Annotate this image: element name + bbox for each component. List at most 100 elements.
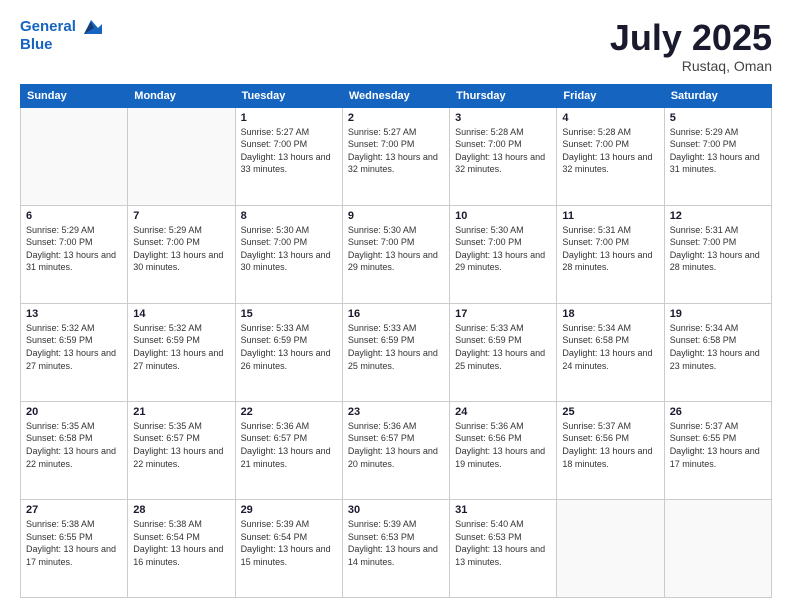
table-row: 13 Sunrise: 5:32 AM Sunset: 6:59 PM Dayli… [21,303,128,401]
col-tuesday: Tuesday [235,84,342,107]
table-row: 27 Sunrise: 5:38 AM Sunset: 6:55 PM Dayli… [21,499,128,597]
day-number: 14 [133,308,229,320]
table-row: 18 Sunrise: 5:34 AM Sunset: 6:58 PM Dayli… [557,303,664,401]
day-number: 24 [455,406,551,418]
calendar-week-row: 6 Sunrise: 5:29 AM Sunset: 7:00 PM Daylig… [21,205,772,303]
day-info: Sunrise: 5:35 AM Sunset: 6:58 PM Dayligh… [26,420,122,470]
day-info: Sunrise: 5:36 AM Sunset: 6:57 PM Dayligh… [348,420,444,470]
day-info: Sunrise: 5:33 AM Sunset: 6:59 PM Dayligh… [455,322,551,372]
day-number: 3 [455,112,551,124]
col-thursday: Thursday [450,84,557,107]
table-row: 5Sunrise: 5:29 AM Sunset: 7:00 PM Daylig… [664,107,771,205]
day-info: Sunrise: 5:36 AM Sunset: 6:56 PM Dayligh… [455,420,551,470]
table-row: 12 Sunrise: 5:31 AM Sunset: 7:00 PM Dayli… [664,205,771,303]
page: General Blue July 2025 Rustaq, Oman Sund… [0,0,792,612]
day-info: Sunrise: 5:28 AM Sunset: 7:00 PM Dayligh… [455,126,551,176]
day-number: 11 [562,210,658,222]
month-year: July 2025 [610,18,772,58]
day-number: 30 [348,504,444,516]
day-info: Sunrise: 5:40 AM Sunset: 6:53 PM Dayligh… [455,518,551,568]
day-info: Sunrise: 5:29 AM Sunset: 7:00 PM Dayligh… [133,224,229,274]
day-info: Sunrise: 5:36 AM Sunset: 6:57 PM Dayligh… [241,420,337,470]
location: Rustaq, Oman [610,58,772,74]
day-info: Sunrise: 5:34 AM Sunset: 6:58 PM Dayligh… [670,322,766,372]
day-number: 26 [670,406,766,418]
calendar-week-row: 20 Sunrise: 5:35 AM Sunset: 6:58 PM Dayli… [21,401,772,499]
calendar-table: Sunday Monday Tuesday Wednesday Thursday… [20,84,772,598]
day-info: Sunrise: 5:39 AM Sunset: 6:54 PM Dayligh… [241,518,337,568]
title-block: July 2025 Rustaq, Oman [610,18,772,74]
day-number: 1 [241,112,337,124]
table-row: 2Sunrise: 5:27 AM Sunset: 7:00 PM Daylig… [342,107,449,205]
day-info: Sunrise: 5:30 AM Sunset: 7:00 PM Dayligh… [348,224,444,274]
day-info: Sunrise: 5:37 AM Sunset: 6:56 PM Dayligh… [562,420,658,470]
day-number: 4 [562,112,658,124]
table-row: 23 Sunrise: 5:36 AM Sunset: 6:57 PM Dayli… [342,401,449,499]
day-number: 16 [348,308,444,320]
logo: General Blue [20,18,102,53]
calendar-week-row: 13 Sunrise: 5:32 AM Sunset: 6:59 PM Dayli… [21,303,772,401]
day-info: Sunrise: 5:29 AM Sunset: 7:00 PM Dayligh… [670,126,766,176]
day-info: Sunrise: 5:27 AM Sunset: 7:00 PM Dayligh… [348,126,444,176]
col-sunday: Sunday [21,84,128,107]
table-row: 8 Sunrise: 5:30 AM Sunset: 7:00 PM Daylig… [235,205,342,303]
day-number: 19 [670,308,766,320]
day-number: 13 [26,308,122,320]
header: General Blue July 2025 Rustaq, Oman [20,18,772,74]
calendar-week-row: 1 Sunrise: 5:27 AM Sunset: 7:00 PM Daylig… [21,107,772,205]
day-number: 10 [455,210,551,222]
day-info: Sunrise: 5:32 AM Sunset: 6:59 PM Dayligh… [26,322,122,372]
day-info: Sunrise: 5:31 AM Sunset: 7:00 PM Dayligh… [562,224,658,274]
day-number: 23 [348,406,444,418]
logo-icon [80,18,102,36]
day-info: Sunrise: 5:34 AM Sunset: 6:58 PM Dayligh… [562,322,658,372]
day-info: Sunrise: 5:32 AM Sunset: 6:59 PM Dayligh… [133,322,229,372]
day-number: 18 [562,308,658,320]
table-row: 6Sunrise: 5:29 AM Sunset: 7:00 PM Daylig… [21,205,128,303]
day-info: Sunrise: 5:30 AM Sunset: 7:00 PM Dayligh… [241,224,337,274]
calendar-header-row: Sunday Monday Tuesday Wednesday Thursday… [21,84,772,107]
table-row: 30 Sunrise: 5:39 AM Sunset: 6:53 PM Dayli… [342,499,449,597]
day-number: 15 [241,308,337,320]
calendar-week-row: 27 Sunrise: 5:38 AM Sunset: 6:55 PM Dayli… [21,499,772,597]
table-row: 9 Sunrise: 5:30 AM Sunset: 7:00 PM Daylig… [342,205,449,303]
logo-line2: Blue [20,36,102,53]
day-number: 20 [26,406,122,418]
table-row: 25Sunrise: 5:37 AM Sunset: 6:56 PM Dayli… [557,401,664,499]
day-info: Sunrise: 5:27 AM Sunset: 7:00 PM Dayligh… [241,126,337,176]
day-info: Sunrise: 5:33 AM Sunset: 6:59 PM Dayligh… [348,322,444,372]
table-row: 31Sunrise: 5:40 AM Sunset: 6:53 PM Dayli… [450,499,557,597]
table-row: 11 Sunrise: 5:31 AM Sunset: 7:00 PM Dayli… [557,205,664,303]
table-row: 29 Sunrise: 5:39 AM Sunset: 6:54 PM Dayli… [235,499,342,597]
table-row: 26 Sunrise: 5:37 AM Sunset: 6:55 PM Dayli… [664,401,771,499]
day-number: 17 [455,308,551,320]
table-row: 10 Sunrise: 5:30 AM Sunset: 7:00 PM Dayli… [450,205,557,303]
table-row: 17 Sunrise: 5:33 AM Sunset: 6:59 PM Dayli… [450,303,557,401]
day-info: Sunrise: 5:35 AM Sunset: 6:57 PM Dayligh… [133,420,229,470]
col-saturday: Saturday [664,84,771,107]
day-number: 12 [670,210,766,222]
table-row: 20 Sunrise: 5:35 AM Sunset: 6:58 PM Dayli… [21,401,128,499]
table-row: 1 Sunrise: 5:27 AM Sunset: 7:00 PM Daylig… [235,107,342,205]
table-row [664,499,771,597]
table-row: 14 Sunrise: 5:32 AM Sunset: 6:59 PM Dayli… [128,303,235,401]
day-info: Sunrise: 5:33 AM Sunset: 6:59 PM Dayligh… [241,322,337,372]
table-row: 7 Sunrise: 5:29 AM Sunset: 7:00 PM Daylig… [128,205,235,303]
table-row: 21Sunrise: 5:35 AM Sunset: 6:57 PM Dayli… [128,401,235,499]
day-info: Sunrise: 5:31 AM Sunset: 7:00 PM Dayligh… [670,224,766,274]
day-number: 27 [26,504,122,516]
day-info: Sunrise: 5:37 AM Sunset: 6:55 PM Dayligh… [670,420,766,470]
col-friday: Friday [557,84,664,107]
day-info: Sunrise: 5:38 AM Sunset: 6:55 PM Dayligh… [26,518,122,568]
day-info: Sunrise: 5:30 AM Sunset: 7:00 PM Dayligh… [455,224,551,274]
day-number: 9 [348,210,444,222]
col-wednesday: Wednesday [342,84,449,107]
table-row: 24 Sunrise: 5:36 AM Sunset: 6:56 PM Dayli… [450,401,557,499]
day-info: Sunrise: 5:39 AM Sunset: 6:53 PM Dayligh… [348,518,444,568]
logo-line1: General [20,18,102,36]
day-number: 8 [241,210,337,222]
day-number: 7 [133,210,229,222]
day-number: 29 [241,504,337,516]
day-number: 6 [26,210,122,222]
day-number: 28 [133,504,229,516]
